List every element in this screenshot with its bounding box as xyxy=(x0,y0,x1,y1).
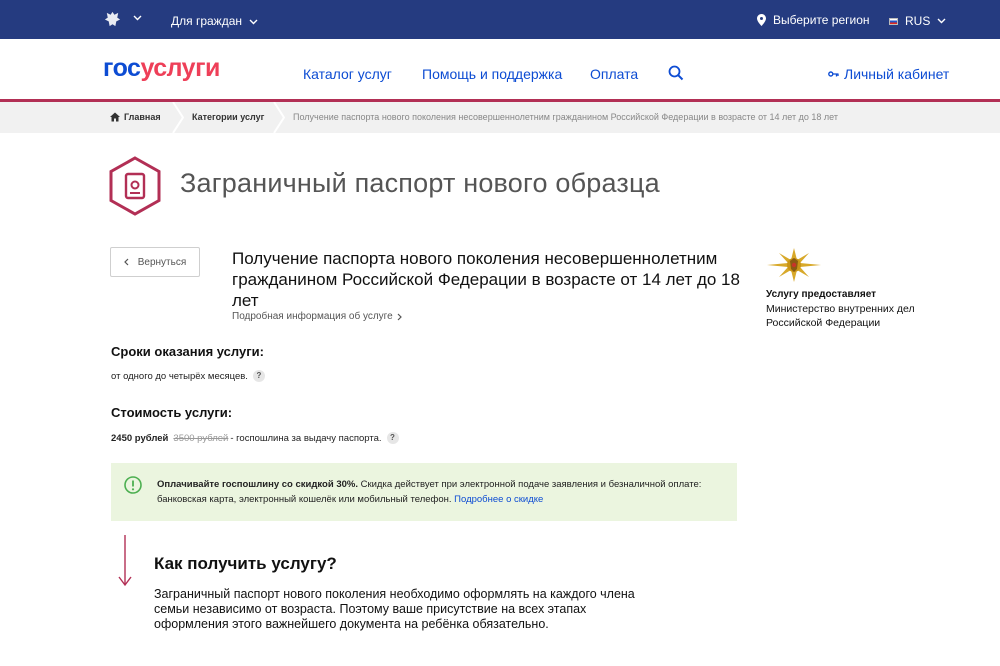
search-icon[interactable] xyxy=(668,65,684,81)
discount-text: Оплачивайте госпошлину со скидкой 30%. С… xyxy=(157,477,717,507)
chevron-down-icon xyxy=(937,18,946,24)
home-icon[interactable] xyxy=(110,112,120,122)
discount-banner: Оплачивайте госпошлину со скидкой 30%. С… xyxy=(111,463,737,521)
help-tooltip-icon[interactable]: ? xyxy=(386,432,399,444)
nav-payment[interactable]: Оплата xyxy=(590,66,638,82)
location-pin-icon xyxy=(757,14,766,26)
breadcrumb-separator xyxy=(172,102,184,133)
how-to-get-title: Как получить услугу? xyxy=(154,554,337,573)
terms-text: от одного до четырёх месяцев. xyxy=(111,370,248,382)
discount-bold: Оплачивайте госпошлину со скидкой 30%. xyxy=(157,479,358,490)
top-bar: Для граждан Выберите регион RUS xyxy=(0,0,1000,39)
provider-label: Услугу предоставляет xyxy=(766,289,877,300)
page-title: Заграничный паспорт нового образца xyxy=(180,168,660,198)
chevron-right-icon xyxy=(397,313,402,320)
service-details-label: Подробная информация об услуге xyxy=(232,311,393,322)
language-label: RUS xyxy=(905,14,931,28)
cost-price: 2450 рублей xyxy=(111,432,169,444)
terms-title: Сроки оказания услуги: xyxy=(111,344,264,359)
personal-account-label: Личный кабинет xyxy=(844,66,950,82)
service-details-link[interactable]: Подробная информация об услуге xyxy=(232,311,402,322)
chevron-left-icon xyxy=(123,258,129,266)
key-icon xyxy=(828,71,839,77)
back-button-label: Вернуться xyxy=(137,256,187,268)
arrow-down-icon xyxy=(118,535,132,587)
terms-row: от одного до четырёх месяцев. ? xyxy=(111,370,265,382)
citizens-menu[interactable]: Для граждан xyxy=(171,14,258,28)
chevron-down-icon[interactable] xyxy=(133,15,142,21)
flag-icon xyxy=(889,17,898,25)
nav-catalog[interactable]: Каталог услуг xyxy=(303,66,392,82)
personal-account-link[interactable]: Личный кабинет xyxy=(828,66,949,82)
breadcrumb-home[interactable]: Главная xyxy=(124,112,161,122)
discount-details-link[interactable]: Подробнее о скидке xyxy=(454,494,543,505)
nav-help[interactable]: Помощь и поддержка xyxy=(422,66,562,82)
breadcrumb-current: Получение паспорта нового поколения несо… xyxy=(293,112,838,122)
breadcrumb-separator xyxy=(273,102,285,133)
cost-row: 2450 рублей 3500 рублей - госпошлина за … xyxy=(111,432,399,444)
logo-part-gos: гос xyxy=(103,54,141,82)
provider-name: Министерство внутренних дел Российской Ф… xyxy=(766,303,915,329)
citizens-label: Для граждан xyxy=(171,14,243,28)
gosuslugi-logo[interactable]: госуслуги xyxy=(103,54,220,83)
region-label: Выберите регион xyxy=(773,13,870,27)
cost-title: Стоимость услуги: xyxy=(111,405,233,420)
help-tooltip-icon[interactable]: ? xyxy=(252,370,265,382)
how-to-get-text: Заграничный паспорт нового поколения нео… xyxy=(154,587,635,631)
back-button[interactable]: Вернуться xyxy=(110,247,200,277)
service-title: Получение паспорта нового поколения несо… xyxy=(232,249,740,310)
passport-icon xyxy=(109,156,161,216)
coat-of-arms-icon[interactable] xyxy=(103,10,122,29)
language-selector[interactable]: RUS xyxy=(889,14,946,28)
cost-suffix: - госпошлина за выдачу паспорта. xyxy=(230,432,382,444)
chevron-down-icon xyxy=(249,19,258,25)
breadcrumb-categories[interactable]: Категории услуг xyxy=(192,112,264,122)
info-icon xyxy=(124,476,142,494)
mvd-emblem-icon xyxy=(767,248,821,282)
breadcrumb: Главная Категории услуг Получение паспор… xyxy=(0,102,1000,133)
logo-part-uslugi: услуги xyxy=(140,54,220,82)
cost-old-price: 3500 рублей xyxy=(173,432,229,444)
region-selector[interactable]: Выберите регион xyxy=(757,13,870,27)
